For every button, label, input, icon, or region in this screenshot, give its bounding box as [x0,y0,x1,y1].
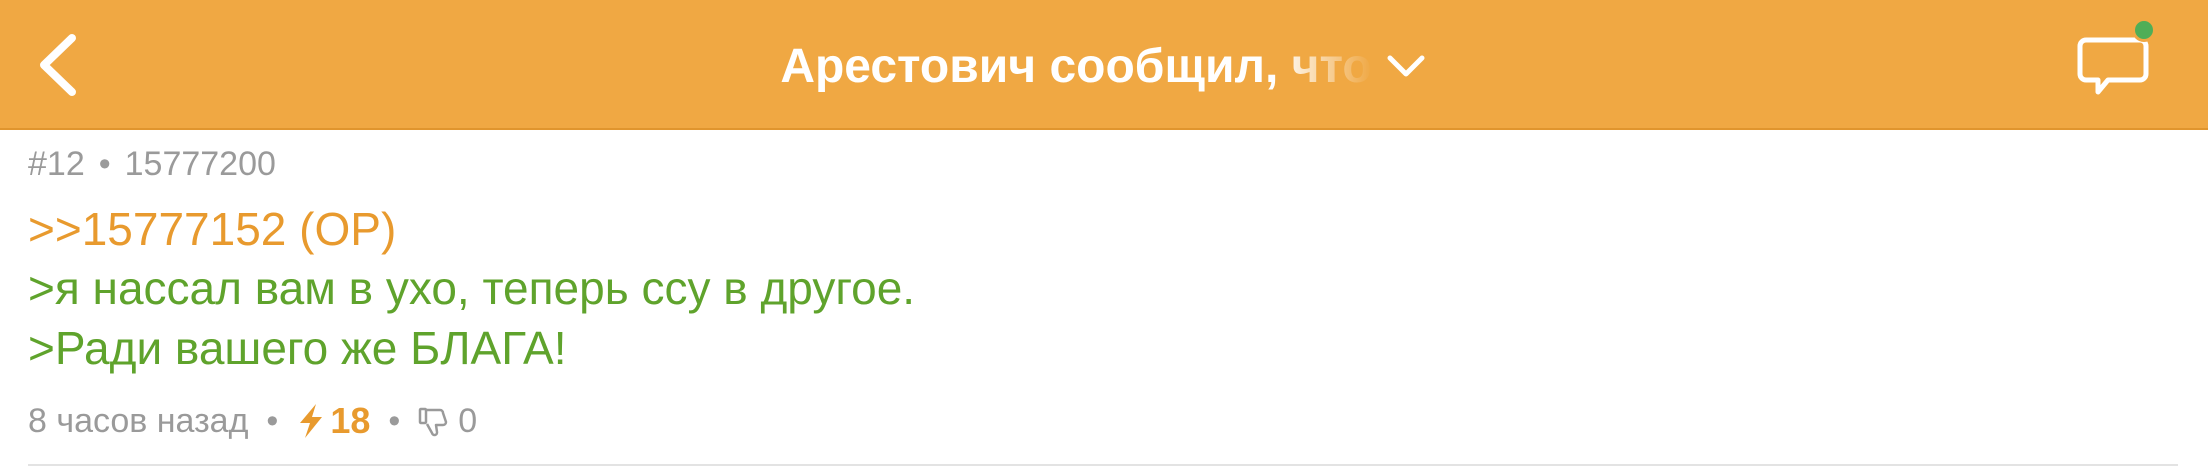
thread-title[interactable]: Арестович сообщил, что [780,39,1371,94]
thumbs-down-icon [419,407,448,437]
top-bar: Арестович сообщил, что [0,0,2208,130]
post-divider [28,464,2178,466]
quote-line: >я нассал вам в ухо, теперь ссу в другое… [28,262,916,314]
post-number: #12 [28,145,85,183]
online-indicator [2132,18,2156,42]
dislike-count: 0 [458,401,478,440]
dislike-button[interactable]: 0 [418,402,477,441]
lightning-icon [300,404,323,438]
rating-button[interactable]: 18 [296,400,370,442]
reply-link[interactable]: >>15777152 (OP) [28,200,396,258]
post-time: 8 часов назад [28,401,249,440]
post-meta: #12 • 15777200 [28,144,2178,184]
post-footer: 8 часов назад • 18 • 0 [28,398,2178,444]
quote-line: >Ради вашего же БЛАГА! [28,322,567,374]
rating-count: 18 [330,400,371,441]
thread-title-container[interactable]: Арестович сообщил, что [0,36,2208,96]
separator-dot: • [266,401,279,440]
post-id[interactable]: 15777200 [125,145,276,183]
separator-dot: • [388,401,401,440]
chevron-down-icon[interactable] [1384,44,1428,88]
separator-dot: • [98,145,111,183]
post: #12 • 15777200 >>15777152 (OP) >я нассал в… [28,130,2178,444]
